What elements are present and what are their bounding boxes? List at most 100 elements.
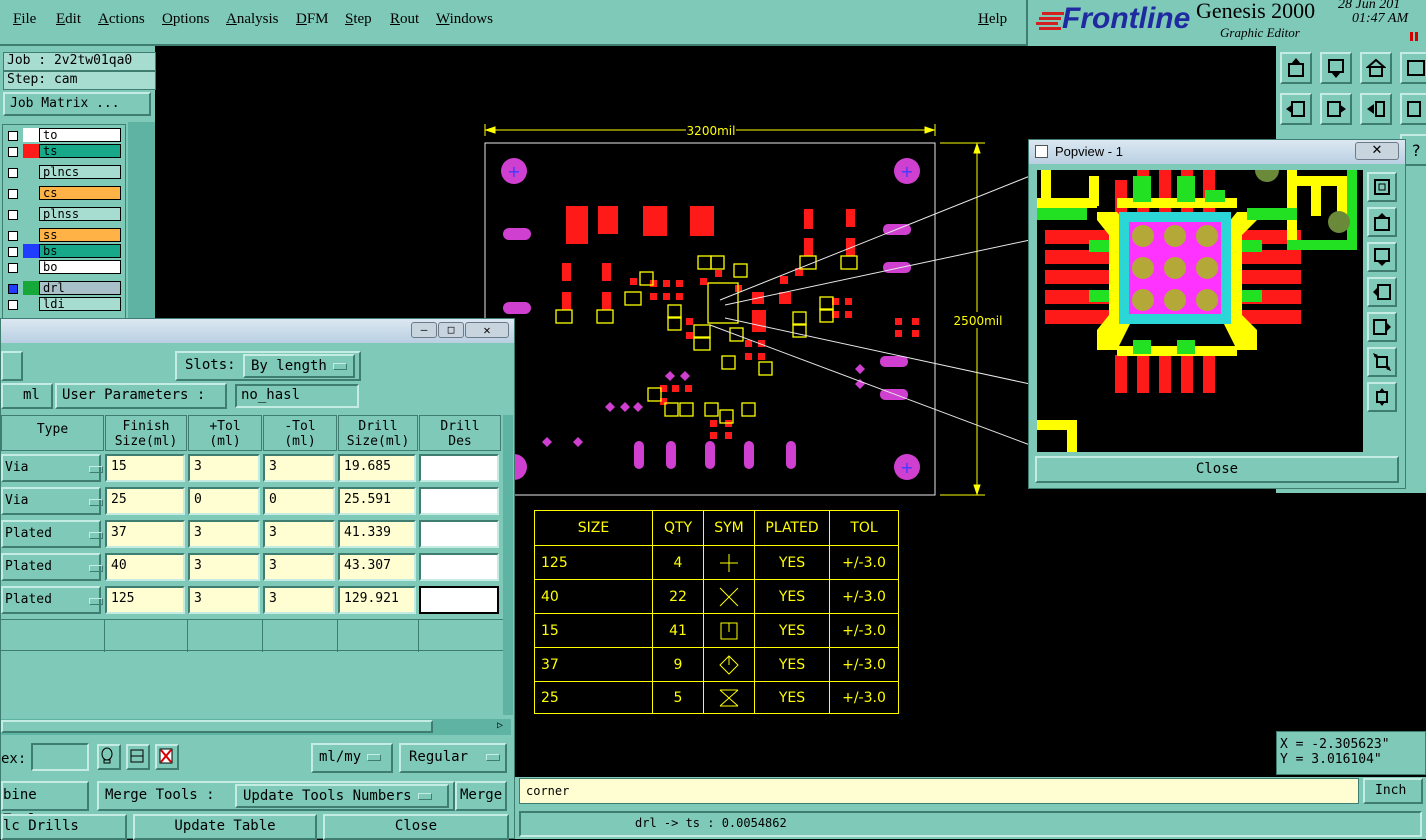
table-vertical-scrollbar[interactable] (503, 415, 513, 715)
type-select[interactable]: Via (1, 454, 103, 482)
pv-right-icon[interactable] (1367, 312, 1397, 342)
window-icon[interactable] (1400, 52, 1426, 84)
pv-up-icon[interactable] (1367, 207, 1397, 237)
layer-row-ss[interactable]: ss (5, 228, 123, 243)
slots-select[interactable]: By length (243, 354, 355, 378)
calc-drills-button[interactable]: lc Drills (1, 814, 127, 840)
pause-icon[interactable] (1410, 32, 1413, 41)
minus-tol-input[interactable]: 0 (263, 487, 335, 515)
layer-row-plncs[interactable]: plncs (5, 165, 123, 180)
drill-des-input[interactable] (419, 520, 499, 548)
finish-size-input[interactable]: 15 (105, 454, 185, 482)
index-field[interactable] (31, 743, 89, 771)
layer-row-plnss[interactable]: plnss (5, 207, 123, 222)
type-select[interactable]: Plated (1, 520, 103, 548)
merge-tools-select[interactable]: Update Tools Numbers (235, 784, 449, 808)
layer-row-bs[interactable]: bs (5, 244, 123, 259)
layer-row-drl[interactable]: drl (5, 281, 123, 296)
menu-options[interactable]: Options (162, 11, 210, 28)
house-icon[interactable] (1360, 52, 1392, 84)
menu-edit[interactable]: Edit (56, 11, 81, 28)
user-parameters-field[interactable]: no_hasl (235, 384, 359, 408)
layer-checkbox[interactable] (8, 147, 18, 157)
layer-checkbox[interactable] (8, 131, 18, 141)
type-select[interactable]: Plated (1, 553, 103, 581)
dialog-close-button[interactable]: Close (323, 814, 509, 840)
plus-tol-input[interactable]: 3 (188, 454, 260, 482)
layer-checkbox[interactable] (8, 247, 18, 257)
minus-tol-input[interactable]: 3 (263, 586, 335, 614)
pv-down-icon[interactable] (1367, 242, 1397, 272)
combine-tools-button[interactable]: bine Tools (1, 781, 89, 828)
drill-des-input[interactable] (419, 553, 499, 581)
plus-tol-input[interactable]: 3 (188, 586, 260, 614)
drill-des-input[interactable] (419, 487, 499, 515)
job-matrix-button[interactable]: Job Matrix ... (3, 92, 151, 116)
layer-checkbox[interactable] (8, 168, 18, 178)
merge-button[interactable]: Merge (455, 781, 507, 811)
layer-checkbox[interactable] (8, 300, 18, 310)
drill-size-input[interactable]: 43.307 (338, 553, 416, 581)
finish-size-input[interactable]: 125 (105, 586, 185, 614)
units-button[interactable]: Inch (1363, 778, 1423, 804)
popview-close-x[interactable]: ✕ (1355, 142, 1399, 160)
popview-titlebar[interactable]: Popview - 1 ✕ (1029, 140, 1405, 164)
mode-select[interactable]: Regular (399, 743, 507, 773)
menu-analysis[interactable]: Analysis (226, 11, 279, 28)
layer-row-ts[interactable]: ts (5, 144, 123, 159)
type-select[interactable]: Plated (1, 586, 103, 614)
menu-actions[interactable]: Actions (98, 11, 145, 28)
pan-right-icon[interactable] (1320, 93, 1352, 125)
maximize-icon[interactable]: □ (438, 322, 464, 338)
menu-step[interactable]: Step (345, 11, 372, 28)
pv-left-icon[interactable] (1367, 277, 1397, 307)
drill-size-input[interactable]: 25.591 (338, 487, 416, 515)
command-field[interactable]: corner (519, 778, 1359, 804)
popview-close-button[interactable]: Close (1035, 456, 1399, 483)
pan-left-icon[interactable] (1280, 93, 1312, 125)
close-icon[interactable]: ✕ (465, 322, 509, 338)
update-table-button[interactable]: Update Table (133, 814, 317, 840)
units-select[interactable]: ml/my (311, 743, 393, 773)
minus-tol-input[interactable]: 3 (263, 520, 335, 548)
merge-tools-option[interactable]: Merge Tools : Update Tools Numbers (97, 781, 455, 811)
layer-checkbox[interactable] (8, 263, 18, 273)
minus-tol-input[interactable]: 3 (263, 553, 335, 581)
drill-des-input[interactable] (419, 586, 499, 614)
scroll-right-icon[interactable]: ▷ (497, 720, 503, 731)
layer-checkbox[interactable] (8, 231, 18, 241)
layer-checkbox[interactable] (8, 189, 18, 199)
table-icon[interactable] (126, 744, 150, 770)
finish-size-input[interactable]: 40 (105, 553, 185, 581)
drill-size-input[interactable]: 41.339 (338, 520, 416, 548)
layer-row-ldi[interactable]: ldi (5, 297, 123, 312)
units-display[interactable]: ml (1, 383, 53, 409)
table-horizontal-scrollbar[interactable]: ▷ (1, 719, 511, 735)
minus-tol-input[interactable]: 3 (263, 454, 335, 482)
menu-rout[interactable]: Rout (390, 11, 419, 28)
fit-icon[interactable] (1360, 93, 1392, 125)
popview-canvas[interactable] (1037, 170, 1363, 452)
user-parameters-button[interactable]: User Parameters : (55, 383, 227, 409)
home-up-icon[interactable] (1280, 52, 1312, 84)
pv-expand-icon[interactable] (1367, 382, 1397, 412)
menu-help[interactable]: Help (978, 11, 1007, 28)
bulb-icon[interactable] (97, 744, 121, 770)
plus-tol-input[interactable]: 0 (188, 487, 260, 515)
drill-des-input[interactable] (419, 454, 499, 482)
finish-size-input[interactable]: 37 (105, 520, 185, 548)
menu-file[interactable]: File (13, 11, 36, 28)
layer-checkbox[interactable] (8, 284, 18, 294)
zoom-box-icon[interactable] (1400, 93, 1426, 125)
plus-tol-input[interactable]: 3 (188, 520, 260, 548)
finish-size-input[interactable]: 25 (105, 487, 185, 515)
delete-icon[interactable] (155, 744, 179, 770)
layer-row-bo[interactable]: bo (5, 260, 123, 275)
layer-scroll-track[interactable] (128, 122, 155, 332)
menu-windows[interactable]: Windows (436, 11, 493, 28)
pv-shrink-icon[interactable] (1367, 347, 1397, 377)
slots-option[interactable]: Slots: By length (175, 351, 361, 381)
home-down-icon[interactable] (1320, 52, 1352, 84)
pv-zoom-icon[interactable] (1367, 172, 1397, 202)
menu-dfm[interactable]: DFM (296, 11, 329, 28)
